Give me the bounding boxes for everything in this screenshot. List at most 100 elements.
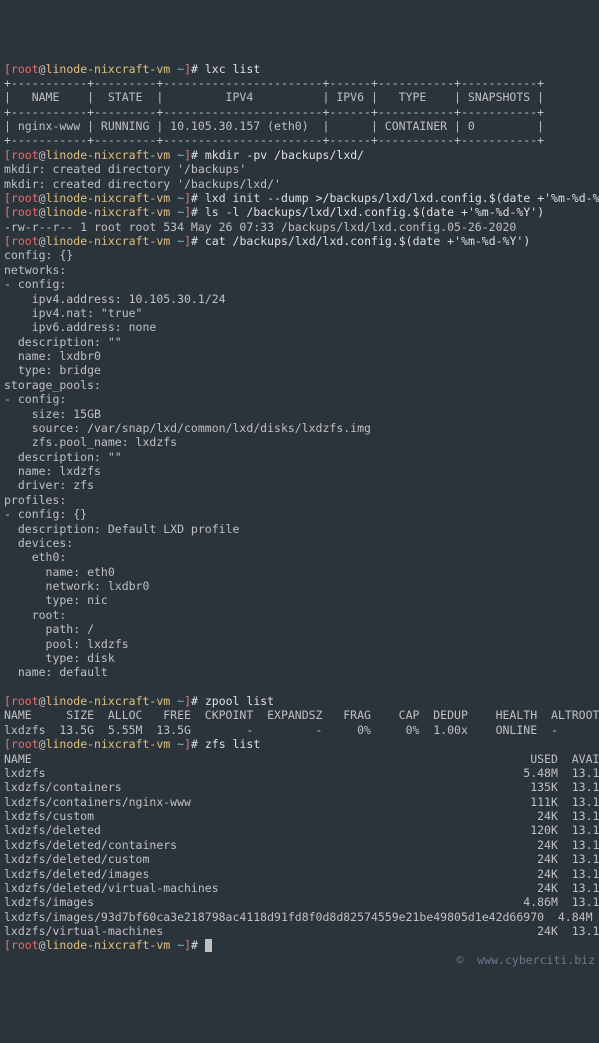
prompt-bracket: ] — [184, 737, 191, 751]
prompt-hash: # — [191, 191, 205, 205]
prompt-bracket: ] — [184, 938, 191, 952]
zfs-row: lxdzfs/virtual-machines 24K 13.1G — [4, 924, 599, 938]
yaml-line: path: / — [4, 622, 94, 636]
prompt-bracket: [ — [4, 694, 11, 708]
zfs-row: lxdzfs/images/93d7bf60ca3e218798ac4118d9… — [4, 910, 599, 924]
yaml-line: size: 15GB — [4, 407, 101, 421]
prompt-bracket: [ — [4, 938, 11, 952]
yaml-line: storage_pools: — [4, 378, 101, 392]
yaml-line: eth0: — [4, 550, 66, 564]
prompt-user: root — [11, 938, 39, 952]
zfs-row: lxdzfs/deleted 120K 13.1G — [4, 823, 599, 837]
yaml-line: name: default — [4, 665, 108, 679]
prompt-path: ~ — [170, 938, 184, 952]
lxc-table-border: +-----------+---------+-----------------… — [4, 133, 544, 147]
command-text: lxd init --dump >/backups/lxd/lxd.config… — [205, 191, 599, 205]
lxc-table-row: | nginx-www | RUNNING | 10.105.30.157 (e… — [4, 119, 544, 133]
command-text: cat /backups/lxd/lxd.config.$(date +'%m-… — [205, 234, 530, 248]
prompt-bracket: ] — [184, 234, 191, 248]
mkdir-output: mkdir: created directory '/backups/lxd/' — [4, 177, 281, 191]
yaml-line: profiles: — [4, 493, 66, 507]
yaml-line: devices: — [4, 536, 73, 550]
prompt-bracket: ] — [184, 191, 191, 205]
cursor-icon[interactable] — [205, 939, 212, 952]
prompt-path: ~ — [170, 62, 184, 76]
zfs-header: NAME USED AVAIL — [4, 752, 599, 766]
prompt-host: linode-nixcraft-vm — [46, 938, 171, 952]
zfs-row: lxdzfs 5.48M 13.1G — [4, 766, 599, 780]
prompt-path: ~ — [170, 148, 184, 162]
prompt-at: @ — [39, 737, 46, 751]
command-text: lxc list — [205, 62, 260, 76]
prompt-user: root — [11, 694, 39, 708]
prompt-bracket: ] — [184, 205, 191, 219]
prompt-user: root — [11, 62, 39, 76]
yaml-line: - config: — [4, 277, 66, 291]
prompt-user: root — [11, 234, 39, 248]
yaml-line: source: /var/snap/lxd/common/lxd/disks/l… — [4, 421, 371, 435]
yaml-line: name: lxdzfs — [4, 464, 101, 478]
prompt-path: ~ — [170, 205, 184, 219]
prompt-at: @ — [39, 62, 46, 76]
yaml-line: ipv4.nat: "true" — [4, 306, 142, 320]
prompt-hash: # — [191, 148, 205, 162]
prompt-host: linode-nixcraft-vm — [46, 191, 171, 205]
lxc-table-border: +-----------+---------+-----------------… — [4, 105, 544, 119]
yaml-line: description: Default LXD profile — [4, 522, 239, 536]
yaml-line: - config: {} — [4, 507, 87, 521]
prompt-path: ~ — [170, 234, 184, 248]
prompt-user: root — [11, 191, 39, 205]
yaml-line: ipv4.address: 10.105.30.1/24 — [4, 292, 226, 306]
prompt-hash: # — [191, 694, 205, 708]
prompt-bracket: ] — [184, 148, 191, 162]
prompt-host: linode-nixcraft-vm — [46, 737, 171, 751]
yaml-line: type: bridge — [4, 363, 101, 377]
prompt-bracket: [ — [4, 737, 11, 751]
prompt-hash: # — [191, 62, 205, 76]
yaml-line: type: disk — [4, 651, 115, 665]
prompt-at: @ — [39, 205, 46, 219]
yaml-line: zfs.pool_name: lxdzfs — [4, 435, 177, 449]
terminal-output: [root@linode-nixcraft-vm ~]# lxc list +-… — [4, 62, 595, 968]
yaml-line: driver: zfs — [4, 478, 94, 492]
zpool-row: lxdzfs 13.5G 5.55M 13.5G - - 0% 0% 1.00x… — [4, 723, 558, 737]
prompt-bracket: ] — [184, 62, 191, 76]
prompt-host: linode-nixcraft-vm — [46, 205, 171, 219]
prompt-hash: # — [191, 205, 205, 219]
prompt-bracket: [ — [4, 191, 11, 205]
yaml-line: networks: — [4, 263, 66, 277]
yaml-line: name: eth0 — [4, 565, 115, 579]
ls-output: -rw-r--r-- 1 root root 534 May 26 07:33 … — [4, 220, 516, 234]
yaml-line: config: {} — [4, 248, 73, 262]
prompt-host: linode-nixcraft-vm — [46, 62, 171, 76]
prompt-bracket: [ — [4, 62, 11, 76]
yaml-line: - config: — [4, 392, 66, 406]
prompt-user: root — [11, 737, 39, 751]
prompt-hash: # — [191, 938, 205, 952]
zfs-row: lxdzfs/deleted/containers 24K 13.1G — [4, 838, 599, 852]
lxc-table-header: | NAME | STATE | IPV4 | IPV6 | TYPE | SN… — [4, 90, 544, 104]
prompt-host: linode-nixcraft-vm — [46, 148, 171, 162]
mkdir-output: mkdir: created directory '/backups' — [4, 162, 246, 176]
prompt-at: @ — [39, 234, 46, 248]
prompt-at: @ — [39, 938, 46, 952]
prompt-at: @ — [39, 694, 46, 708]
yaml-line: pool: lxdzfs — [4, 637, 129, 651]
prompt-path: ~ — [170, 191, 184, 205]
prompt-at: @ — [39, 191, 46, 205]
prompt-user: root — [11, 205, 39, 219]
prompt-host: linode-nixcraft-vm — [46, 694, 171, 708]
command-text: zpool list — [205, 694, 274, 708]
command-text: zfs list — [205, 737, 260, 751]
zfs-row: lxdzfs/deleted/images 24K 13.1G — [4, 867, 599, 881]
command-text: mkdir -pv /backups/lxd/ — [205, 148, 364, 162]
zfs-row: lxdzfs/containers/nginx-www 111K 13.1G — [4, 795, 599, 809]
prompt-bracket: [ — [4, 234, 11, 248]
watermark-text: © www.cyberciti.biz — [4, 953, 595, 967]
yaml-line: description: "" — [4, 335, 122, 349]
lxc-table-border: +-----------+---------+-----------------… — [4, 76, 544, 90]
zfs-row: lxdzfs/containers 135K 13.1G — [4, 780, 599, 794]
prompt-bracket: ] — [184, 694, 191, 708]
prompt-path: ~ — [170, 694, 184, 708]
zpool-header: NAME SIZE ALLOC FREE CKPOINT EXPANDSZ FR… — [4, 708, 599, 722]
